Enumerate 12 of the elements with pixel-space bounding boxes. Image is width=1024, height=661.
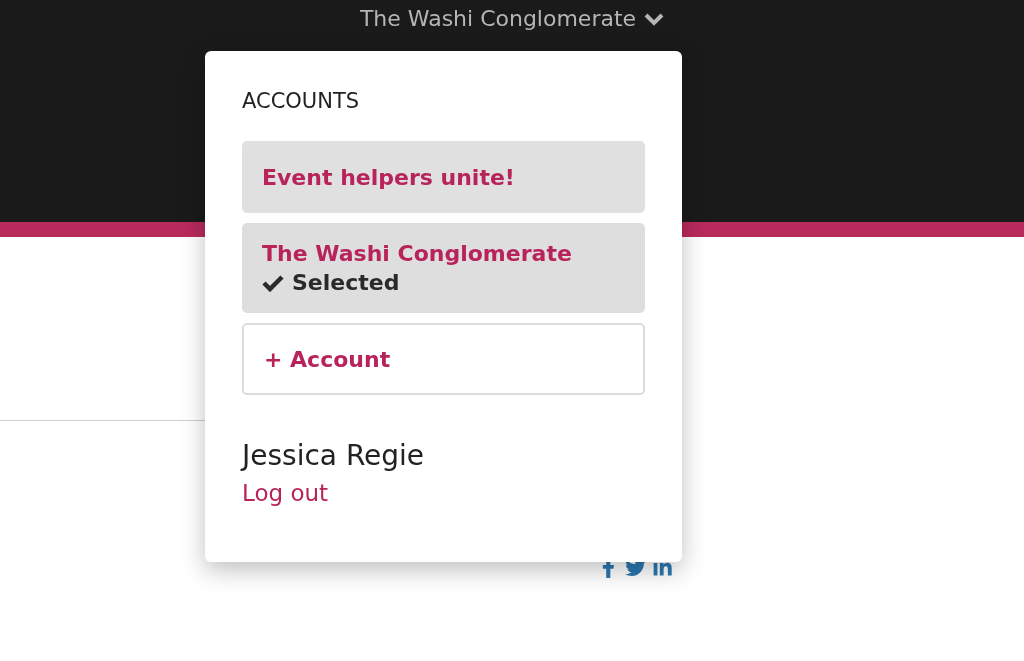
account-item[interactable]: Event helpers unite! [242, 141, 645, 213]
account-switcher[interactable]: The Washi Conglomerate [359, 6, 665, 31]
add-account-button[interactable]: + Account [242, 323, 645, 395]
user-name: Jessica Regie [242, 439, 426, 472]
account-name: Event helpers unite! [262, 164, 515, 190]
logout-link[interactable]: Log out [242, 480, 329, 506]
chevron-down-icon [644, 11, 665, 26]
selected-label: Selected [292, 270, 400, 295]
account-item[interactable]: The Washi Conglomerate Selected [242, 223, 645, 313]
check-icon [262, 273, 284, 292]
menu-heading: ACCOUNTS [242, 89, 361, 113]
account-name: The Washi Conglomerate [262, 241, 572, 266]
